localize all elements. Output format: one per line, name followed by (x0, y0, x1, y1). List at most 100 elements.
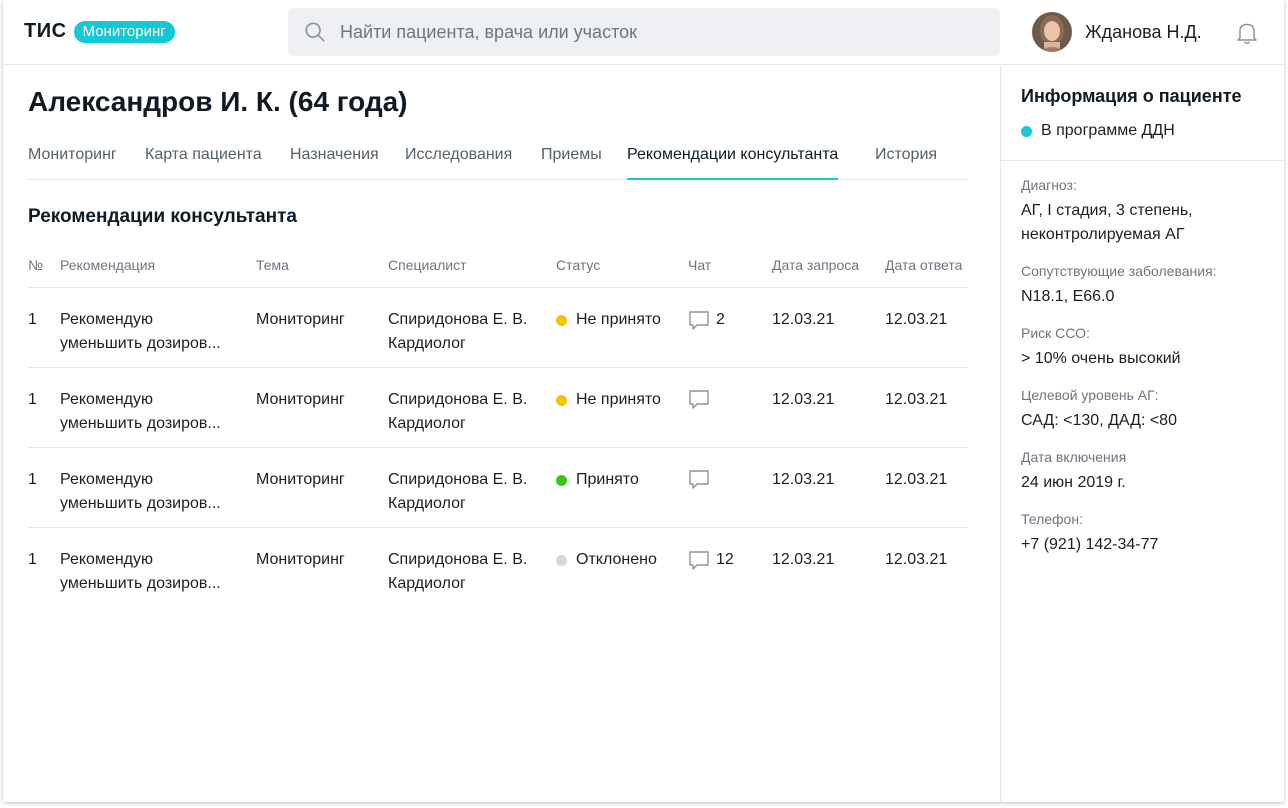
answer-date-cell: 12.03.21 (885, 391, 948, 408)
enroll-date-label: Дата включения (1021, 449, 1127, 465)
topic-cell: Мониторинг (256, 391, 345, 408)
status-text: Не принято (576, 311, 661, 328)
panel-title: Информация о пациенте (1021, 86, 1242, 106)
phone-value[interactable]: +7 (921) 142-34-77 (1021, 533, 1271, 557)
recommendation-text-cont: уменьшить дозиров... (60, 575, 221, 592)
row-number: 1 (28, 471, 37, 488)
recommendation-text: Рекомендую (60, 391, 154, 408)
main-content: Александров И. К. (64 года) Мониторинг К… (3, 66, 1000, 802)
diagnosis-label: Диагноз: (1021, 177, 1077, 193)
request-date-cell: 12.03.21 (772, 391, 835, 408)
page-title: Александров И. К. (64 года) (28, 86, 408, 117)
tab-history[interactable]: История (875, 146, 937, 164)
chat-button[interactable] (688, 468, 716, 490)
app-window: ТИС Мониторинг Найти пациента, врача или… (3, 0, 1284, 802)
comorbidities-label: Сопутствующие заболевания: (1021, 263, 1217, 279)
chat-count: 12 (716, 551, 734, 568)
search-input[interactable]: Найти пациента, врача или участок (288, 8, 1000, 56)
specialist-role: Кардиолог (388, 415, 466, 432)
status-text: Не принято (576, 391, 661, 408)
specialist-name: Спиридонова Е. В. (388, 471, 528, 488)
table-row[interactable]: 1 Рекомендую уменьшить дозиров... Монито… (28, 527, 968, 607)
column-header-topic[interactable]: Тема (256, 257, 289, 273)
cv-risk-value: > 10% очень высокий (1021, 350, 1181, 367)
cv-risk-label: Риск ССО: (1021, 325, 1090, 341)
phone-label: Телефон: (1021, 511, 1083, 527)
recommendation-cell: Рекомендую уменьшить дозиров... (60, 388, 221, 436)
status-dot (556, 474, 567, 486)
request-date-cell: 12.03.21 (772, 551, 835, 568)
logo-badge: Мониторинг (73, 20, 175, 43)
specialist-name: Спиридонова Е. В. (388, 311, 528, 328)
target-bp-label: Целевой уровень АГ: (1021, 387, 1159, 403)
specialist-role: Кардиолог (388, 495, 466, 512)
status-dot (556, 314, 567, 326)
chat-button[interactable]: 2 (688, 308, 725, 332)
recommendation-cell: Рекомендую уменьшить дозиров... (60, 468, 221, 516)
row-number: 1 (28, 311, 37, 328)
top-bar: ТИС Мониторинг Найти пациента, врача или… (3, 0, 1284, 65)
chat-button[interactable]: 12 (688, 548, 734, 572)
recommendation-text: Рекомендую (60, 551, 154, 568)
recommendation-text-cont: уменьшить дозиров... (60, 335, 221, 352)
bell-icon[interactable] (1236, 21, 1258, 45)
tab-studies[interactable]: Исследования (405, 146, 512, 164)
diagnosis-value: АГ, I стадия, 3 степень, неконтролируема… (1021, 199, 1271, 247)
diagnosis-line: неконтролируемая АГ (1021, 226, 1185, 243)
user-name: Жданова Н.Д. (1085, 21, 1202, 42)
tab-bar: Мониторинг Карта пациента Назначения Исс… (28, 134, 968, 180)
tab-appointments[interactable]: Приемы (541, 146, 602, 164)
chat-count: 2 (716, 311, 725, 328)
tab-monitoring[interactable]: Мониторинг (28, 146, 117, 164)
status-badge: Не принято (556, 308, 661, 332)
request-date-cell: 12.03.21 (772, 311, 835, 328)
logo-text: ТИС (24, 20, 67, 42)
topic-cell: Мониторинг (256, 551, 345, 568)
answer-date-cell: 12.03.21 (885, 551, 948, 568)
column-header-chat[interactable]: Чат (688, 257, 711, 273)
recommendation-text-cont: уменьшить дозиров... (60, 415, 221, 432)
specialist-cell: Спиридонова Е. В. Кардиолог (388, 388, 527, 436)
avatar[interactable] (1032, 12, 1072, 52)
patient-info-panel: Информация о пациенте В программе ДДН Ди… (1000, 66, 1284, 802)
column-header-status[interactable]: Статус (556, 257, 600, 273)
section-title: Рекомендации консультанта (28, 206, 297, 227)
logo[interactable]: ТИС Мониторинг (24, 20, 175, 43)
column-header-number: № (28, 257, 44, 273)
user-menu[interactable]: Жданова Н.Д. (1032, 12, 1202, 52)
recommendation-cell: Рекомендую уменьшить дозиров... (60, 308, 221, 356)
column-header-request-date[interactable]: Дата запроса (772, 257, 859, 273)
program-label: В программе ДДН (1041, 122, 1175, 139)
status-badge: Не принято (556, 388, 661, 412)
enroll-date-value: 24 июн 2019 г. (1021, 474, 1126, 491)
table-row[interactable]: 1 Рекомендую уменьшить дозиров... Монито… (28, 287, 968, 367)
specialist-role: Кардиолог (388, 335, 466, 352)
status-text: Принято (576, 471, 639, 488)
table-row[interactable]: 1 Рекомендую уменьшить дозиров... Монито… (28, 447, 968, 527)
comorbidities-value: N18.1, E66.0 (1021, 288, 1115, 305)
specialist-cell: Спиридонова Е. В. Кардиолог (388, 548, 527, 596)
chat-button[interactable] (688, 388, 716, 410)
tab-prescriptions[interactable]: Назначения (290, 146, 379, 164)
row-number: 1 (28, 391, 37, 408)
search-icon (305, 22, 325, 42)
specialist-cell: Спиридонова Е. В. Кардиолог (388, 308, 527, 356)
tab-patient-card[interactable]: Карта пациента (145, 146, 262, 164)
specialist-name: Спиридонова Е. В. (388, 551, 528, 568)
table-row[interactable]: 1 Рекомендую уменьшить дозиров... Монито… (28, 367, 968, 447)
column-header-specialist[interactable]: Специалист (388, 257, 467, 273)
recommendation-text: Рекомендую (60, 311, 154, 328)
chat-icon (689, 470, 709, 489)
specialist-name: Спиридонова Е. В. (388, 391, 528, 408)
answer-date-cell: 12.03.21 (885, 471, 948, 488)
tab-consultant-recommendations[interactable]: Рекомендации консультанта (627, 146, 839, 180)
topic-cell: Мониторинг (256, 311, 345, 328)
request-date-cell: 12.03.21 (772, 471, 835, 488)
status-dot (556, 394, 567, 406)
column-header-answer-date[interactable]: Дата ответа (885, 257, 962, 273)
status-text: Отклонено (576, 551, 657, 568)
diagnosis-line: АГ, I стадия, 3 степень, (1021, 202, 1193, 219)
chat-icon (689, 390, 709, 409)
row-number: 1 (28, 551, 37, 568)
column-header-recommendation[interactable]: Рекомендация (60, 257, 155, 273)
